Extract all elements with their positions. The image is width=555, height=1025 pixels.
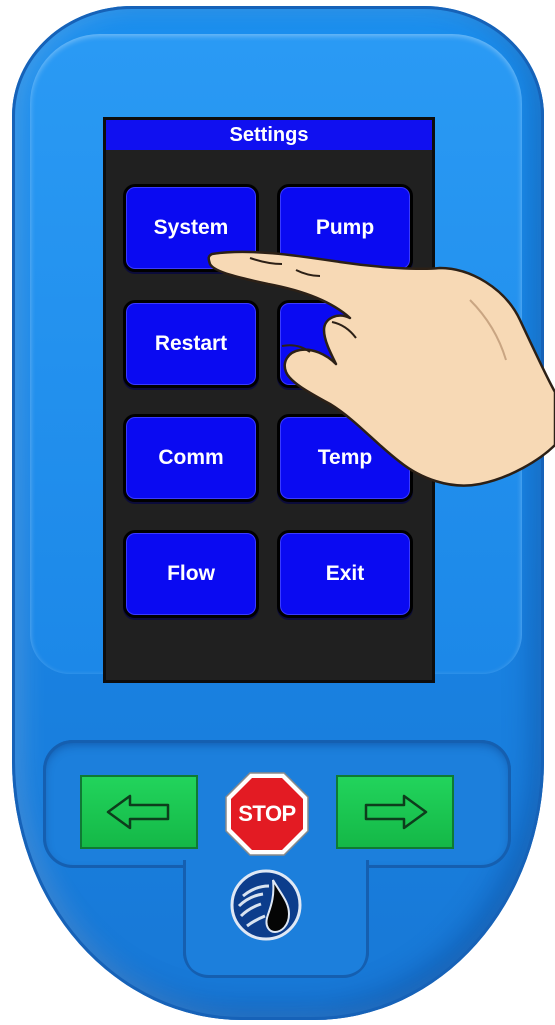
hidden-button[interactable] bbox=[277, 300, 413, 388]
touch-screen: Settings System Pump Restart Comm Temp F… bbox=[103, 117, 435, 683]
water-drop-logo-icon bbox=[230, 869, 302, 941]
system-button[interactable]: System bbox=[123, 184, 259, 272]
stop-label: STOP bbox=[238, 801, 296, 826]
right-arrow-key[interactable] bbox=[336, 775, 454, 849]
temp-button[interactable]: Temp bbox=[277, 414, 413, 502]
left-arrow-key[interactable] bbox=[80, 775, 198, 849]
pump-button[interactable]: Pump bbox=[277, 184, 413, 272]
flow-button[interactable]: Flow bbox=[123, 530, 259, 618]
exit-button[interactable]: Exit bbox=[277, 530, 413, 618]
restart-button[interactable]: Restart bbox=[123, 300, 259, 388]
screen-title: Settings bbox=[106, 120, 432, 150]
arrow-left-icon bbox=[106, 794, 170, 830]
comm-button[interactable]: Comm bbox=[123, 414, 259, 502]
arrow-right-icon bbox=[364, 794, 428, 830]
stop-button[interactable]: STOP bbox=[224, 771, 310, 857]
